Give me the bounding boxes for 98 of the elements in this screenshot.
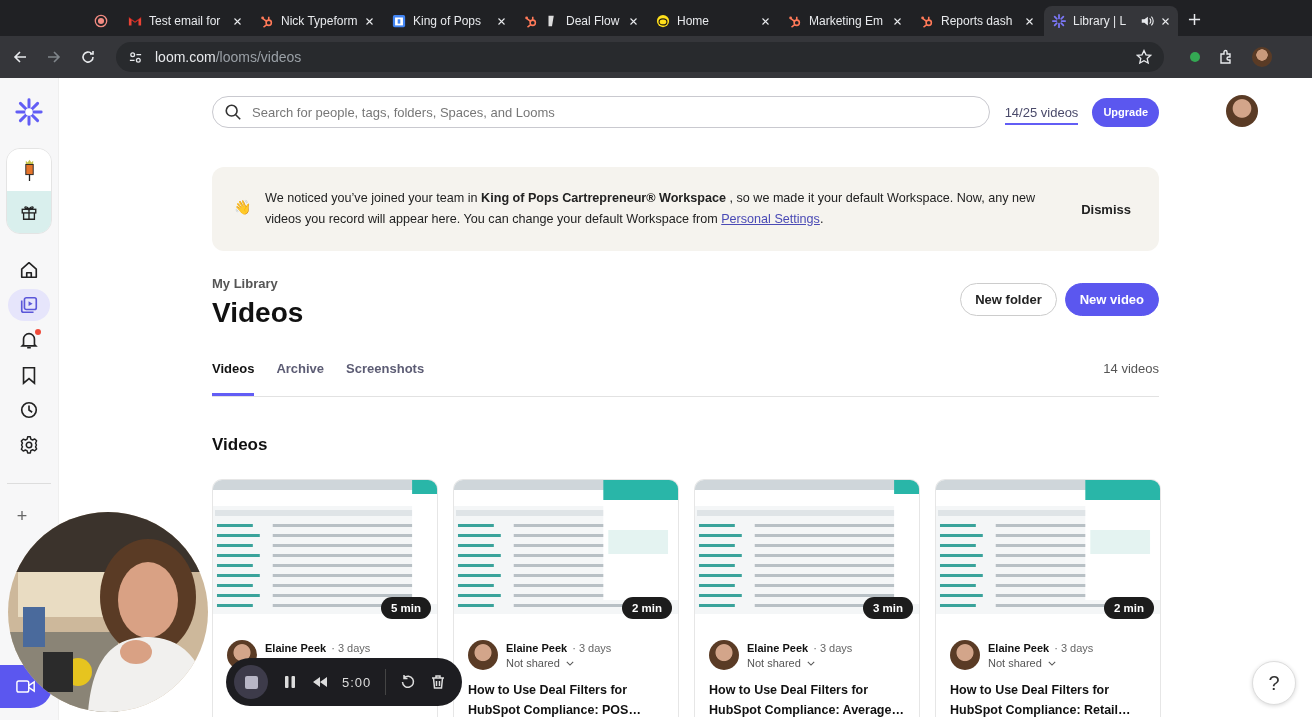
sprocket-icon (260, 14, 274, 28)
author-name[interactable]: Elaine Peek (988, 642, 1050, 654)
video-age: · 3 days (813, 642, 853, 654)
home-icon (19, 260, 39, 280)
dismiss-button[interactable]: Dismiss (1075, 200, 1137, 218)
author-avatar (709, 640, 739, 670)
new-tab-icon[interactable] (1188, 12, 1201, 26)
breadcrumb: My Library (212, 276, 279, 291)
video-camera-icon (16, 679, 36, 694)
extension-dot-icon[interactable] (1190, 52, 1200, 62)
video-usage-link[interactable]: 14/25 videos (1004, 105, 1079, 125)
tab[interactable]: Archive (276, 361, 325, 396)
video-title[interactable]: How to Use Deal Filters for HubSpot Compliance: Retail… (950, 680, 1146, 717)
video-card[interactable]: 3 min Elaine Peek · 3 days Not shared How to Use Deal Filters for HubSpot Compliance: Average… (694, 479, 920, 717)
profile-avatar[interactable] (1252, 47, 1272, 67)
trash-icon[interactable] (430, 674, 447, 690)
site-settings-icon[interactable] (128, 49, 143, 65)
sprocket-icon (524, 14, 538, 28)
author-name[interactable]: Elaine Peek (265, 642, 327, 654)
chevron-icon (806, 660, 815, 666)
new-video-button[interactable]: New video (1064, 283, 1159, 316)
clock-icon (19, 400, 39, 420)
video-card[interactable]: 2 min Elaine Peek · 3 days Not shared How to Use Deal Filters for HubSpot Compliance: POS… (453, 479, 679, 717)
browser-tab[interactable]: Nick Typeform (252, 6, 382, 36)
section-title: Videos (212, 435, 269, 455)
video-count: 14 videos (1103, 361, 1159, 376)
record-icon (94, 14, 108, 28)
settings-link[interactable]: Personal Settings (721, 212, 820, 226)
notice-text: We noticed you’ve joined your team in King of Pops Cartrepreneur® Workspace , so we made it your default Workspace. Now, any new videos you record will appear here. You can change your default Workspace from Personal Settings. (265, 190, 1037, 228)
reload-icon[interactable] (80, 49, 96, 65)
monkey-icon (656, 14, 670, 28)
gift-icon[interactable] (20, 203, 38, 221)
sprocket-icon (788, 14, 802, 28)
close-icon[interactable] (1025, 16, 1034, 26)
chevron-icon (565, 660, 574, 666)
sprocket-icon (920, 14, 934, 28)
close-icon[interactable] (233, 16, 242, 26)
browser-tab[interactable]: King of Pops (384, 6, 514, 36)
browser-tab[interactable]: Library | L (1044, 6, 1178, 36)
sharing-dropdown[interactable]: Not shared (988, 657, 1094, 669)
tab[interactable]: Videos (212, 361, 255, 396)
duration-badge: 3 min (862, 597, 913, 619)
author-name[interactable]: Elaine Peek (747, 642, 809, 654)
close-icon[interactable] (629, 16, 638, 26)
close-icon[interactable] (761, 16, 770, 26)
duration-badge: 5 min (380, 597, 431, 619)
video-library-icon (19, 295, 39, 315)
chevron-icon (1047, 660, 1056, 666)
video-title[interactable]: How to Use Deal Filters for HubSpot Compliance: POS… (468, 680, 664, 717)
logo-icon[interactable] (15, 98, 43, 126)
close-icon[interactable] (365, 16, 374, 26)
close-icon[interactable] (1161, 16, 1170, 26)
duration-badge: 2 min (621, 597, 672, 619)
browser-tab[interactable]: Home (648, 6, 778, 36)
forward-icon[interactable] (46, 49, 62, 65)
settings-icon (19, 435, 39, 455)
user-avatar[interactable] (1225, 95, 1258, 127)
upgrade-button[interactable]: Upgrade (1092, 97, 1159, 127)
browser-tab[interactable]: Reports dash (912, 6, 1042, 36)
new-folder-button[interactable]: New folder (960, 283, 1057, 316)
page-title: Videos (212, 296, 304, 330)
bell-icon (19, 330, 39, 350)
restart-icon[interactable] (400, 674, 417, 690)
logo-icon (1052, 14, 1066, 28)
back-icon[interactable] (12, 49, 28, 65)
recording-timer: 5:00 (342, 674, 372, 690)
video-card[interactable]: 2 min Elaine Peek · 3 days Not shared How to Use Deal Filters for HubSpot Compliance: Retail… (935, 479, 1161, 717)
video-age: · 3 days (572, 642, 612, 654)
sharing-dropdown[interactable]: Not shared (506, 657, 612, 669)
sharing-dropdown[interactable]: Not shared (747, 657, 853, 669)
workspace-card[interactable] (6, 148, 52, 234)
video-title[interactable]: How to Use Deal Filters for HubSpot Compliance: Average… (709, 680, 905, 717)
search-icon (224, 103, 242, 121)
browser-tab[interactable]: Test email for (120, 6, 250, 36)
tab[interactable]: Screenshots (346, 361, 425, 396)
extensions-icon[interactable] (1218, 49, 1234, 65)
pause-icon[interactable] (282, 674, 298, 690)
stop-button[interactable] (234, 665, 268, 699)
author-name[interactable]: Elaine Peek (506, 642, 568, 654)
rewind-icon[interactable] (312, 674, 328, 690)
calendar-icon (392, 14, 406, 28)
wave-emoji: 👋 (234, 199, 251, 215)
close-icon[interactable] (893, 16, 902, 26)
author-avatar (950, 640, 980, 670)
video-age: · 3 days (1054, 642, 1094, 654)
help-button[interactable]: ? (1252, 661, 1296, 705)
duration-badge: 2 min (1103, 597, 1154, 619)
search-field[interactable]: Search for people, tags, folders, Spaces, and Looms (212, 96, 990, 128)
video-age: · 3 days (331, 642, 371, 654)
browser-tab[interactable]: Deal Flow (516, 6, 646, 36)
author-avatar (468, 640, 498, 670)
address-bar[interactable]: loom.com/looms/videos (116, 42, 1164, 72)
popsicle-icon (22, 158, 36, 182)
close-icon[interactable] (497, 16, 506, 26)
bookmark-star-icon[interactable] (1136, 49, 1152, 65)
add-button[interactable]: + (16, 506, 28, 527)
mail-icon (128, 14, 142, 28)
browser-tab[interactable]: Marketing Em (780, 6, 910, 36)
